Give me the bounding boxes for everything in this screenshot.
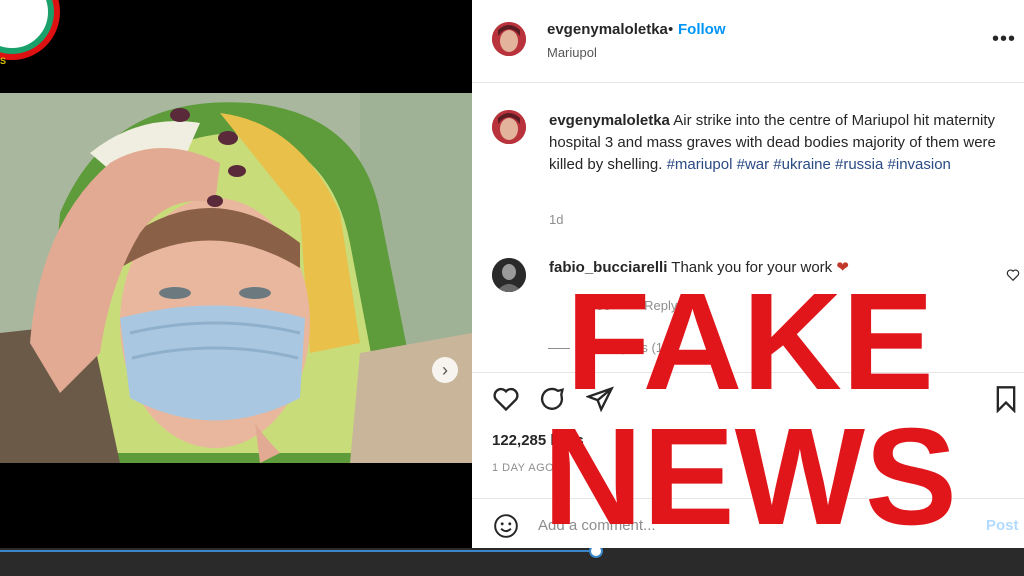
next-arrow-icon[interactable]: › bbox=[432, 357, 458, 383]
post-photo: › bbox=[0, 93, 472, 463]
caption-avatar[interactable] bbox=[492, 110, 526, 144]
more-icon[interactable]: ••• bbox=[992, 28, 1016, 51]
channel-logo bbox=[0, 0, 54, 54]
caption-age: 1d bbox=[549, 212, 564, 227]
media-area: S › bbox=[0, 0, 472, 576]
header-divider bbox=[472, 82, 1024, 83]
overlay-line-1: FAKE bbox=[565, 265, 935, 419]
post-caption: evgenymaloletka Air strike into the cent… bbox=[549, 110, 1021, 176]
comment-like-icon[interactable] bbox=[1006, 268, 1020, 282]
caption-hashtags[interactable]: #mariupol #war #ukraine #russia #invasio… bbox=[667, 156, 951, 173]
avatar-image bbox=[492, 110, 526, 144]
header-separator: • bbox=[668, 21, 674, 38]
avatar-image bbox=[492, 22, 526, 56]
caption-username[interactable]: evgenymaloletka bbox=[549, 112, 670, 129]
bookmark-icon[interactable] bbox=[992, 385, 1020, 413]
channel-logo-text: S bbox=[0, 56, 7, 66]
header-username[interactable]: evgenymaloletka bbox=[547, 21, 668, 38]
post-comment-button[interactable]: Post bbox=[986, 517, 1019, 534]
photo-illustration bbox=[0, 93, 472, 463]
header-avatar[interactable] bbox=[492, 22, 526, 56]
follow-button[interactable]: Follow bbox=[678, 21, 726, 38]
fake-news-overlay: FAKE NEWS bbox=[510, 265, 990, 555]
overlay-line-2: NEWS bbox=[543, 400, 957, 555]
header-location[interactable]: Mariupol bbox=[547, 45, 597, 60]
video-progress-bar[interactable] bbox=[0, 550, 595, 552]
